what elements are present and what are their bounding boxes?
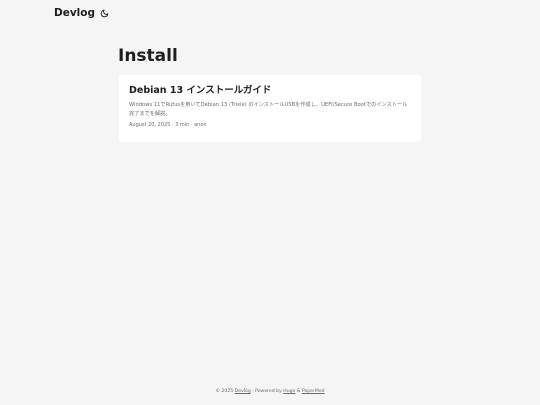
post-title[interactable]: Debian 13 インストールガイド <box>129 84 411 97</box>
ampersand-text: & <box>296 389 301 394</box>
moon-icon[interactable] <box>100 9 109 18</box>
hugo-link[interactable]: Hugo <box>283 389 295 394</box>
post-summary: Windows 11でRufusを用いてDebian 13 (Trixie) の… <box>129 102 408 117</box>
post-entry[interactable]: Debian 13 インストールガイド Windows 11でRufusを用いて… <box>119 75 421 142</box>
site-footer: © 2025 Devlog · Powered by Hugo & PaperM… <box>0 389 540 394</box>
powered-by-text: · Powered by <box>252 389 282 394</box>
papermod-link[interactable]: PaperMod <box>302 389 325 394</box>
post-meta: August 20, 2025 · 3 min · anon <box>129 122 207 128</box>
page-title: Install <box>118 46 178 66</box>
site-logo[interactable]: Devlog <box>54 7 95 19</box>
footer-site-link[interactable]: Devlog <box>235 389 251 394</box>
copyright-text: © 2025 <box>215 389 234 394</box>
